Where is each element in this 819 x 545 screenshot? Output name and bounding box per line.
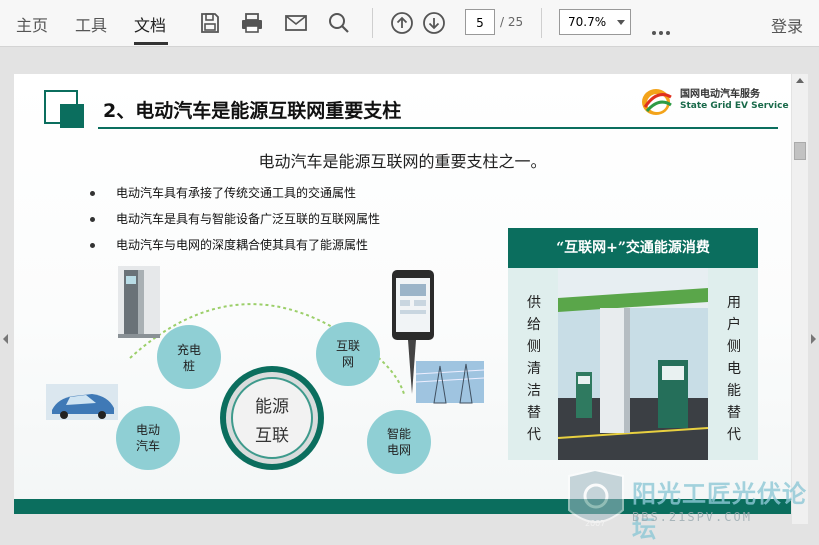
watermark-text: 阳光工匠光伏论坛 xyxy=(632,480,807,543)
search-icon[interactable] xyxy=(327,11,351,35)
collapse-right-icon[interactable] xyxy=(811,334,816,344)
toolbar-divider xyxy=(372,8,373,38)
zoom-select[interactable]: 70.7% xyxy=(559,9,631,35)
panel-title: “互联网+”交通能源消费 xyxy=(508,228,758,268)
center-label-top: 能源 xyxy=(255,397,289,417)
panel-left-text: 供给侧清洁替代 xyxy=(527,295,541,443)
watermark-url: BBS.21SPV.COM xyxy=(632,510,752,524)
panel-right-text: 用户侧电能替代 xyxy=(727,295,741,443)
page-number-input[interactable]: 5 xyxy=(465,9,495,35)
electric-car-image xyxy=(46,384,118,420)
title-underline xyxy=(98,127,778,129)
logo-text-cn: 国网电动汽车服务 xyxy=(680,89,760,100)
tab-document[interactable]: 文档 xyxy=(134,12,166,36)
slide-subtitle: 电动汽车是能源互联网的重要支柱之一。 xyxy=(258,152,547,171)
charging-pile-image xyxy=(118,266,160,338)
page-up-icon[interactable] xyxy=(390,11,414,35)
power-grid-image xyxy=(415,361,485,404)
scroll-thumb[interactable] xyxy=(794,142,806,160)
charging-station-photo xyxy=(558,268,708,460)
chevron-down-icon xyxy=(617,20,625,25)
vertical-scrollbar[interactable] xyxy=(792,74,808,524)
slide-page: 2、电动汽车是能源互联网重要支柱 国网电动汽车服务 State Grid EV … xyxy=(14,74,791,514)
zoom-value: 70.7% xyxy=(568,15,607,29)
toolbar: 主页 工具 文档 5 / 25 70.7% 登录 xyxy=(0,0,819,47)
more-icon[interactable] xyxy=(652,20,673,39)
node-label-ev: 电动汽车 xyxy=(135,423,160,453)
node-label-smart-grid: 智能电网 xyxy=(386,427,411,457)
node-label-internet: 互联网 xyxy=(335,339,360,369)
slide-title: 2、电动汽车是能源互联网重要支柱 xyxy=(103,100,402,122)
internet-plus-panel: “互联网+”交通能源消费 供给侧清洁替代 用户侧电能替代 xyxy=(508,228,758,460)
page-down-icon[interactable] xyxy=(422,11,446,35)
toolbar-divider xyxy=(541,8,542,38)
active-tab-indicator xyxy=(134,42,168,45)
scroll-up-icon[interactable] xyxy=(796,78,804,83)
login-button[interactable]: 登录 xyxy=(771,13,803,37)
watermark-year: 2007 xyxy=(585,519,605,528)
tab-tools[interactable]: 工具 xyxy=(75,12,107,36)
title-decoration xyxy=(60,104,84,128)
energy-internet-diagram xyxy=(46,266,485,474)
list-item: 电动汽车具有承接了传统交通工具的交通属性 xyxy=(88,184,380,210)
list-item: 电动汽车是具有与智能设备广泛互联的互联网属性 xyxy=(88,210,380,236)
center-label-bottom: 互联 xyxy=(255,426,289,446)
node-label-charging-pile: 充电桩 xyxy=(176,343,201,373)
logo-text-en: State Grid EV Service xyxy=(680,101,789,111)
mail-icon[interactable] xyxy=(284,11,308,35)
tab-home[interactable]: 主页 xyxy=(16,12,48,36)
page-total: / 25 xyxy=(500,15,524,29)
center-circle xyxy=(220,366,324,470)
bullet-list: 电动汽车具有承接了传统交通工具的交通属性 电动汽车是具有与智能设备广泛互联的互联… xyxy=(88,184,380,262)
print-icon[interactable] xyxy=(240,11,264,35)
save-icon[interactable] xyxy=(198,11,222,35)
collapse-left-icon[interactable] xyxy=(3,334,8,344)
